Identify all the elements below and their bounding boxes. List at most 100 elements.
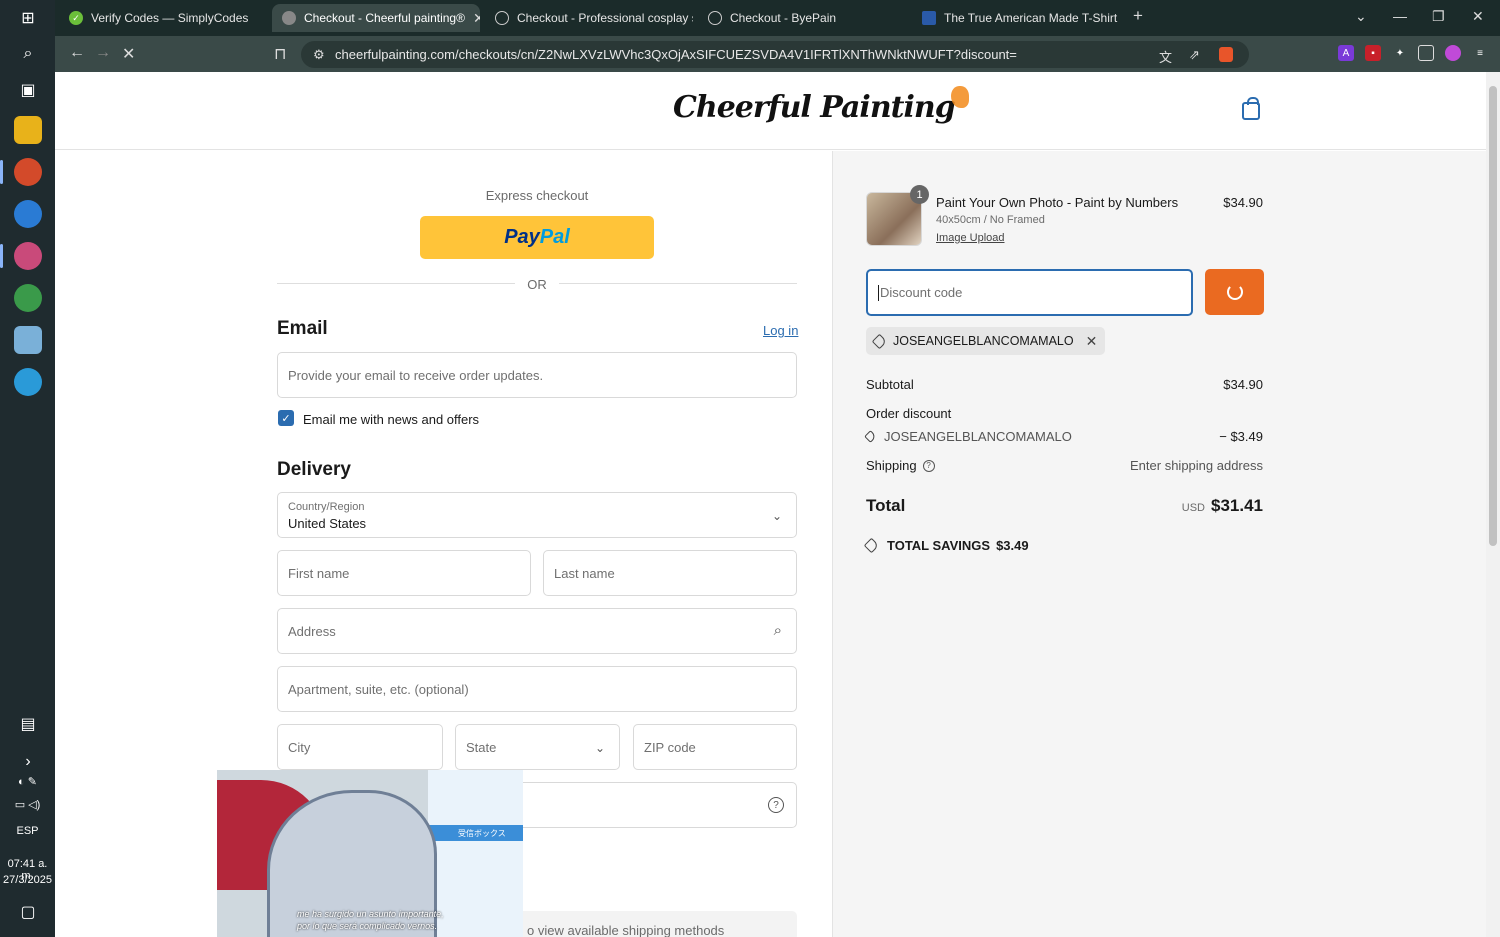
tab-cheerful-painting[interactable]: Checkout - Cheerful painting® ✕ — [272, 4, 480, 32]
app-icon[interactable] — [14, 326, 42, 354]
new-tab-button[interactable]: + — [1133, 6, 1143, 26]
chrome-icon[interactable] — [14, 284, 42, 312]
scrollbar-thumb[interactable] — [1489, 86, 1497, 546]
address-field[interactable]: Address ⌕ — [277, 608, 797, 654]
task-view-icon[interactable]: ▣ — [14, 76, 42, 104]
email-placeholder: Provide your email to receive order upda… — [288, 367, 544, 383]
close-window-button[interactable]: ✕ — [1472, 8, 1484, 25]
shopping-bag-icon[interactable] — [1242, 97, 1260, 120]
remove-discount-icon[interactable]: ✕ — [1086, 333, 1098, 350]
tag-icon — [864, 430, 877, 443]
restore-button[interactable]: ❐ — [1432, 8, 1445, 25]
shipping-row: Shipping ? — [866, 458, 935, 473]
brave-private-icon[interactable] — [14, 242, 42, 270]
apply-discount-button[interactable] — [1205, 269, 1264, 315]
stop-loading-button[interactable]: ✕ — [122, 44, 135, 64]
brave-browser-icon[interactable] — [14, 158, 42, 186]
delivery-heading: Delivery — [277, 459, 351, 480]
menu-icon[interactable]: ≡ — [1472, 45, 1488, 61]
extension-red-icon[interactable]: ▪ — [1365, 45, 1381, 61]
translate-icon[interactable]: 文 — [1159, 47, 1172, 66]
sidebar-icon[interactable] — [1418, 45, 1434, 61]
back-button[interactable]: ← — [69, 44, 85, 62]
total-savings: TOTAL SAVINGS $3.49 — [863, 537, 1029, 554]
globe-icon — [495, 11, 509, 25]
first-name-field[interactable]: First name — [277, 550, 531, 596]
url-text: cheerfulpainting.com/checkouts/cn/Z2NwLX… — [335, 47, 1017, 62]
active-indicator — [0, 244, 3, 268]
tab-cosplay[interactable]: Checkout - Professional cosplay sho — [485, 4, 693, 32]
applied-code-text: JOSEANGELBLANCOMAMALO — [893, 334, 1074, 348]
share-icon[interactable]: ⇗ — [1189, 47, 1200, 63]
notifications-icon[interactable]: ▢ — [14, 898, 42, 926]
windows-taskbar: ⊞ ⌕ ▣ ▤ › ◐ ✎ ▭ ◁) ESP 07:41 a. m. 27/3/… — [0, 0, 55, 937]
tab-search-chevron-icon[interactable]: ⌄ — [1355, 8, 1367, 25]
image-upload-link[interactable]: Image Upload — [936, 232, 1005, 244]
chevron-down-icon: ⌄ — [771, 509, 782, 523]
search-icon[interactable]: ⌕ — [14, 40, 42, 68]
discount-placeholder: Discount code — [880, 285, 963, 300]
chevron-right-icon[interactable]: › — [14, 748, 42, 776]
forward-button[interactable]: → — [95, 44, 111, 62]
site-icon — [282, 11, 296, 25]
close-tab-icon[interactable]: ✕ — [465, 10, 480, 27]
subtotal-label: Subtotal — [866, 377, 914, 392]
extension-a-icon[interactable]: A — [1338, 45, 1354, 61]
city-placeholder: City — [288, 739, 311, 755]
news-widget-icon[interactable]: ▤ — [14, 710, 42, 738]
tab-tshirt[interactable]: The True American Made T-Shirt — [912, 4, 1120, 32]
help-icon[interactable]: ? — [922, 459, 935, 472]
discount-code-input[interactable]: Discount code — [866, 269, 1193, 316]
city-field[interactable]: City — [277, 724, 443, 770]
state-select[interactable]: State ⌄ — [455, 724, 620, 770]
language-indicator[interactable]: ESP — [0, 825, 55, 837]
zip-field[interactable]: ZIP code — [633, 724, 797, 770]
picture-in-picture-video[interactable]: 受信ボックス me ha surgido un asunto important… — [217, 770, 523, 937]
newsletter-label: Email me with news and offers — [303, 412, 480, 427]
tab-simplycodes[interactable]: ✓ Verify Codes — SimplyCodes — [59, 4, 267, 32]
country-value: United States — [288, 516, 367, 531]
clock-date[interactable]: 27/3/2025 — [0, 874, 55, 886]
last-name-field[interactable]: Last name — [543, 550, 797, 596]
address-bar[interactable]: ⚙ cheerfulpainting.com/checkouts/cn/Z2Nw… — [301, 41, 1249, 68]
windows-start-icon[interactable]: ⊞ — [14, 4, 42, 32]
simplycodes-icon: ✓ — [69, 11, 83, 25]
brave-profile-icon[interactable] — [14, 200, 42, 228]
page-scrollbar[interactable] — [1486, 72, 1500, 937]
tab-title: Verify Codes — SimplyCodes — [91, 11, 249, 25]
telegram-icon[interactable] — [14, 368, 42, 396]
tab-title: Checkout - Professional cosplay sho — [517, 11, 693, 25]
chevron-down-icon: ⌄ — [594, 741, 605, 755]
discount-value: − $3.49 — [1219, 429, 1263, 444]
email-heading: Email — [277, 318, 328, 339]
email-field[interactable]: Provide your email to receive order upda… — [277, 352, 797, 398]
paypal-button[interactable]: Pay Pal — [420, 216, 654, 259]
file-explorer-icon[interactable] — [14, 116, 42, 144]
network-volume-icons[interactable]: ▭ ◁) — [0, 798, 55, 811]
logo-text: Cheerful Painting — [673, 90, 956, 125]
divider — [277, 283, 515, 284]
site-info-icon[interactable]: ⚙ — [313, 47, 325, 63]
bookmark-icon[interactable]: ⊓ — [274, 44, 286, 64]
loading-spinner-icon — [1226, 284, 1243, 300]
brave-shields-icon[interactable] — [1219, 47, 1233, 62]
help-icon[interactable]: ? — [768, 797, 784, 813]
shipping-label: Shipping — [866, 458, 917, 473]
tab-byepain[interactable]: Checkout - ByePain — [698, 4, 906, 32]
text-caret — [878, 284, 879, 301]
newsletter-checkbox[interactable]: ✓ — [278, 410, 294, 426]
currency-code: USD — [1181, 502, 1205, 514]
tray-icons[interactable]: ◐ ✎ — [0, 775, 55, 788]
extensions-puzzle-icon[interactable]: ✦ — [1392, 45, 1408, 61]
profile-icon[interactable] — [1445, 45, 1461, 61]
subtitle-line-1: me ha surgido un asunto importante, — [297, 909, 444, 919]
savings-value: $3.49 — [996, 538, 1029, 553]
minimize-button[interactable]: — — [1393, 8, 1407, 24]
or-label: OR — [527, 277, 547, 292]
apartment-field[interactable]: Apartment, suite, etc. (optional) — [277, 666, 797, 712]
country-select[interactable]: Country/Region United States ⌄ — [277, 492, 797, 538]
store-header: Cheerful Painting — [55, 72, 1486, 150]
store-logo[interactable]: Cheerful Painting — [673, 86, 969, 125]
login-link[interactable]: Log in — [763, 323, 798, 338]
product-price: $34.90 — [1223, 195, 1263, 210]
